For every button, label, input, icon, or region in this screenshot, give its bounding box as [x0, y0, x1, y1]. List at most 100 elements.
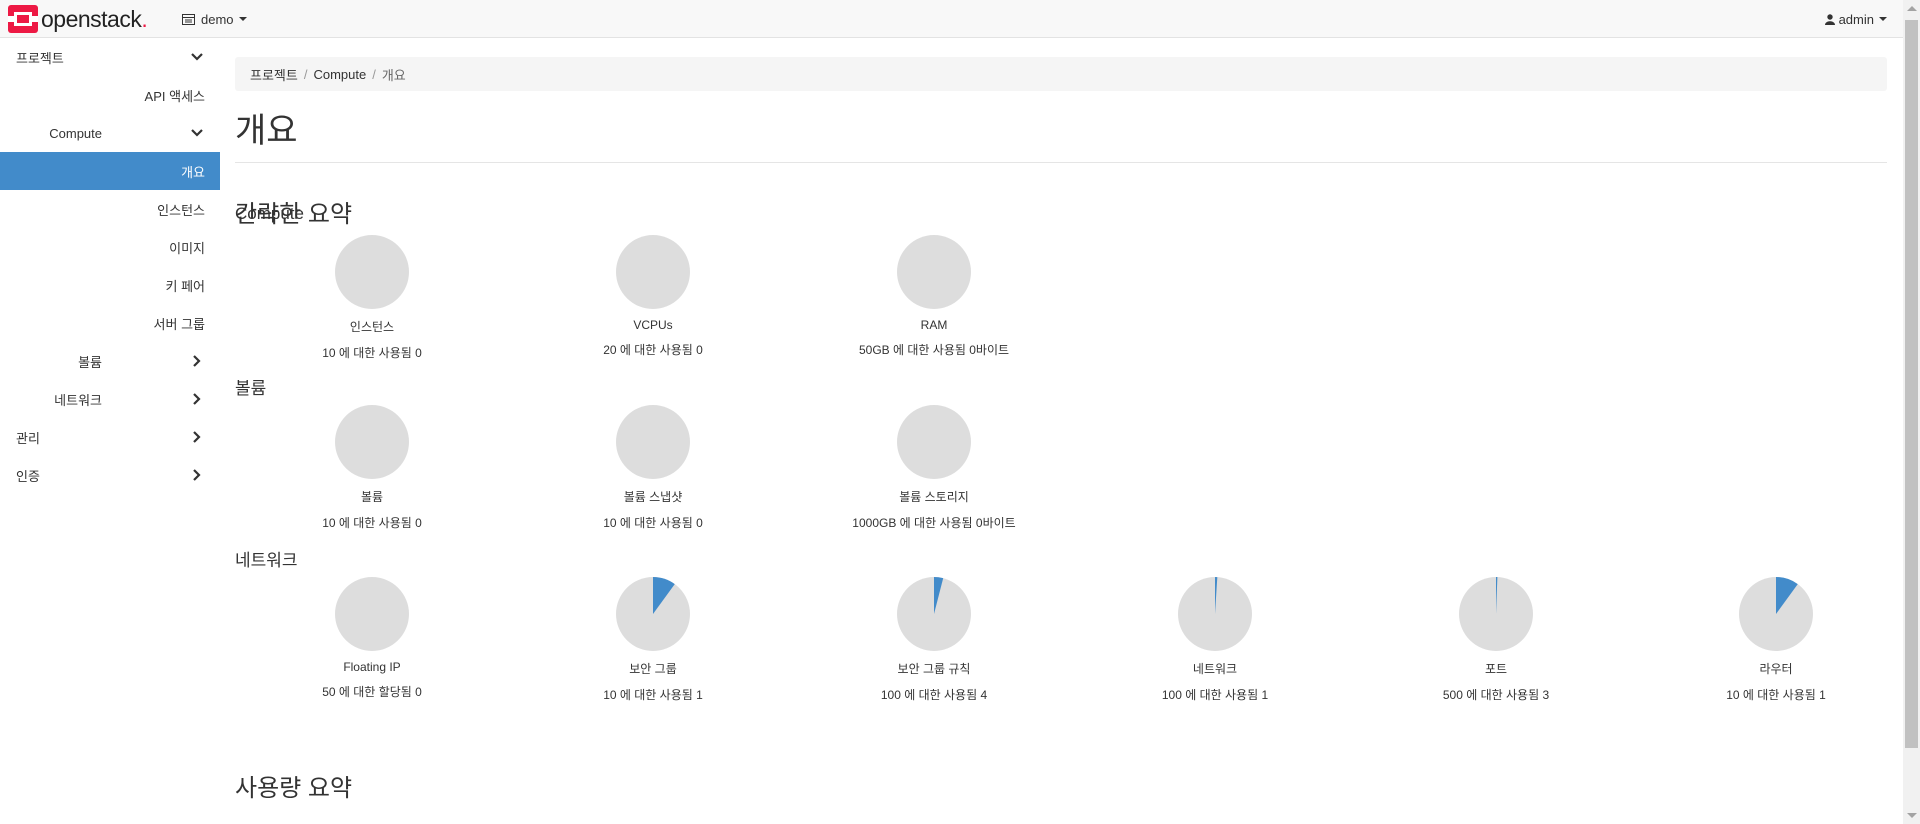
pie-chart [1459, 577, 1533, 651]
breadcrumb-separator: / [372, 66, 376, 82]
chevron-right-icon [193, 355, 201, 367]
pie-background [335, 577, 409, 651]
vertical-scrollbar[interactable] [1903, 0, 1920, 824]
pie-background [335, 235, 409, 309]
sidebar-item[interactable]: 인증 [0, 456, 220, 494]
chevron-down-icon [191, 53, 203, 61]
sidebar-item[interactable]: 키 페어 [0, 266, 220, 304]
pie-chart [1178, 577, 1252, 651]
quota-pie-chart: 포트 500 에 대한 사용됨 3 [1396, 576, 1596, 703]
pie-usage-text: 500 에 대한 사용됨 3 [1442, 688, 1550, 702]
sidebar-item[interactable]: 이미지 [0, 228, 220, 266]
sidebar-item-label: 볼륨 [78, 354, 102, 370]
pie-usage-text: 100 에 대한 사용됨 1 [1161, 688, 1269, 702]
sidebar-item[interactable]: 프로젝트 [0, 38, 220, 76]
sidebar-item-label: 서버 그룹 [153, 316, 205, 332]
quota-pie-chart: 볼륨 스토리지 1000GB 에 대한 사용됨 0바이트 [834, 404, 1034, 531]
quota-pie-chart: 보안 그룹 10 에 대한 사용됨 1 [553, 576, 753, 703]
sidebar-item-label: 개요 [181, 164, 205, 180]
sidebar-item[interactable]: 인스턴스 [0, 190, 220, 228]
quota-pie-chart: Floating IP 50 에 대한 할당됨 0 [272, 576, 472, 700]
sidebar-item-label: 인증 [16, 468, 40, 484]
sidebar-item-label: 관리 [16, 430, 40, 446]
project-dropdown[interactable]: demo [182, 0, 247, 38]
quota-pie-chart: 인스턴스 10 에 대한 사용됨 0 [272, 234, 472, 361]
sidebar-item[interactable]: 관리 [0, 418, 220, 456]
breadcrumb-item-compute[interactable]: Compute [313, 67, 366, 82]
pie-chart [616, 235, 690, 309]
caret-down-icon [238, 17, 247, 21]
pie-chart [616, 405, 690, 479]
pie-usage-text: 50 에 대한 할당됨 0 [322, 685, 422, 699]
top-navbar: openstack. demo admin [0, 0, 1920, 38]
pie-chart [616, 577, 690, 651]
sidebar-item-label: 프로젝트 [16, 50, 64, 66]
openstack-logo-icon [8, 5, 38, 33]
brand-text: openstack. [41, 5, 148, 32]
pie-usage-text: 50GB 에 대한 사용됨 0바이트 [858, 343, 1010, 357]
pie-usage-text: 10 에 대한 사용됨 1 [1726, 688, 1826, 702]
pie-chart [897, 577, 971, 651]
pie-title: 보안 그룹 [629, 662, 677, 676]
group-heading: 네트워크 [235, 551, 298, 570]
pie-background [616, 405, 690, 479]
breadcrumb: 프로젝트 / Compute / 개요 [235, 57, 1887, 91]
pie-background [616, 235, 690, 309]
pie-chart [335, 577, 409, 651]
sidebar: 프로젝트 API 액세스 Compute 개요인스턴스이미지키 페어서버 그룹볼륨네트… [0, 38, 220, 494]
pie-background [897, 235, 971, 309]
pie-title: 인스턴스 [349, 320, 395, 334]
sidebar-item-label: Compute [49, 125, 102, 141]
chevron-right-icon [193, 469, 201, 481]
quota-pie-chart: RAM 50GB 에 대한 사용됨 0바이트 [834, 234, 1034, 358]
page-title: 개요 [235, 112, 298, 150]
user-dropdown[interactable]: admin [1824, 0, 1887, 38]
chevron-right-icon [193, 431, 201, 443]
sidebar-item[interactable]: 서버 그룹 [0, 304, 220, 342]
pie-chart [897, 235, 971, 309]
pie-title: 볼륨 스토리지 [899, 490, 969, 504]
sidebar-item[interactable]: Compute [0, 114, 220, 152]
group-heading: Compute [235, 204, 304, 223]
project-icon [182, 13, 195, 25]
user-icon [1824, 13, 1835, 25]
pie-chart [335, 235, 409, 309]
openstack-logo[interactable]: openstack. [8, 5, 148, 33]
pie-background [897, 405, 971, 479]
quota-pie-chart: 보안 그룹 규칙 100 에 대한 사용됨 4 [834, 576, 1034, 703]
pie-usage-text: 100 에 대한 사용됨 4 [880, 688, 988, 702]
sidebar-item-label: API 액세스 [144, 88, 205, 104]
quota-pie-chart: 볼륨 스냅샷 10 에 대한 사용됨 0 [553, 404, 753, 531]
pie-title: Floating IP [343, 660, 401, 674]
pie-background [335, 405, 409, 479]
pie-title: 볼륨 [360, 490, 384, 504]
scroll-down-icon[interactable] [1907, 813, 1917, 818]
sidebar-item[interactable]: 볼륨 [0, 342, 220, 380]
user-name: admin [1838, 11, 1874, 27]
scroll-up-icon[interactable] [1907, 6, 1917, 11]
divider [235, 162, 1887, 163]
pie-title: 볼륨 스냅샷 [623, 490, 683, 504]
caret-down-icon [1879, 17, 1887, 21]
sidebar-item[interactable]: API 액세스 [0, 76, 220, 114]
chevron-right-icon [193, 393, 201, 405]
breadcrumb-item-current: 개요 [381, 67, 406, 83]
pie-chart [897, 405, 971, 479]
group-heading: 볼륨 [235, 379, 267, 398]
pie-title: 라우터 [1759, 662, 1793, 676]
pie-chart [1739, 577, 1813, 651]
pie-usage-text: 10 에 대한 사용됨 1 [603, 688, 703, 702]
usage-heading: 사용량 요약 [235, 775, 353, 802]
sidebar-item-label: 이미지 [169, 240, 205, 256]
sidebar-item[interactable]: 네트워크 [0, 380, 220, 418]
quota-pie-chart: 네트워크 100 에 대한 사용됨 1 [1115, 576, 1315, 703]
pie-title: VCPUs [633, 318, 673, 332]
breadcrumb-item-project[interactable]: 프로젝트 [250, 65, 298, 84]
pie-usage-text: 10 에 대한 사용됨 0 [603, 516, 703, 530]
sidebar-item[interactable]: 개요 [0, 152, 220, 190]
pie-usage-text: 10 에 대한 사용됨 0 [322, 346, 422, 360]
pie-usage-text: 20 에 대한 사용됨 0 [603, 343, 703, 357]
pie-chart [335, 405, 409, 479]
quota-pie-chart: VCPUs 20 에 대한 사용됨 0 [553, 234, 753, 358]
scroll-thumb[interactable] [1905, 20, 1918, 748]
